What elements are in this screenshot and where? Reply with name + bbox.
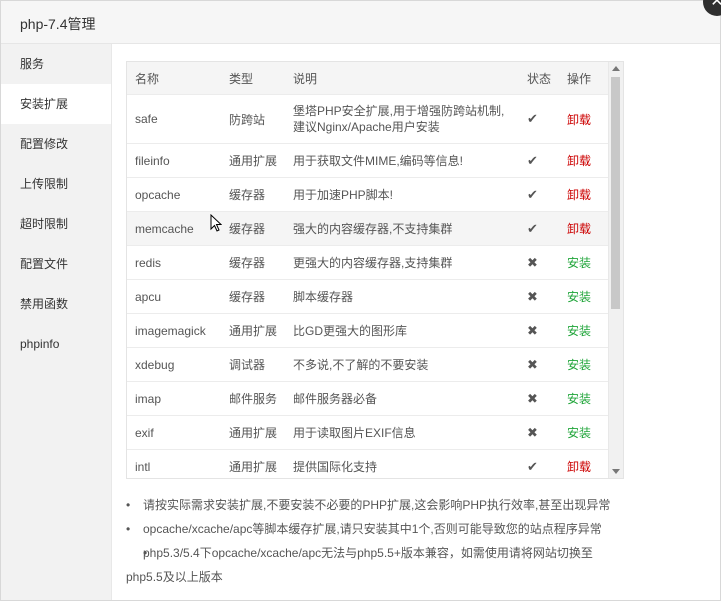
- ext-type: 缓存器: [221, 279, 285, 314]
- header-type[interactable]: 类型: [221, 62, 285, 95]
- table-header-row: 名称 类型 说明 状态 操作: [127, 62, 609, 95]
- install-button[interactable]: 安装: [567, 324, 591, 338]
- cross-icon: ✖: [519, 245, 559, 280]
- dialog-title: php-7.4管理: [20, 16, 96, 32]
- extensions-table: 名称 类型 说明 状态 操作 safe 防跨站 堡塔PHP安全扩展,用于增强防跨…: [127, 62, 609, 478]
- table-row: intl 通用扩展 提供国际化支持 ✔ 卸载: [127, 449, 609, 478]
- ext-desc: 用于加速PHP脚本!: [285, 177, 519, 212]
- table-row: apcu 缓存器 脚本缓存器 ✖ 安装: [127, 279, 609, 314]
- header-name[interactable]: 名称: [127, 62, 221, 95]
- sidebar-item-upload-limit[interactable]: 上传限制: [1, 164, 111, 204]
- sidebar-item-service[interactable]: 服务: [1, 44, 111, 84]
- ext-desc: 更强大的内容缓存器,支持集群: [285, 245, 519, 280]
- ext-type: 防跨站: [221, 94, 285, 144]
- ext-type: 缓存器: [221, 177, 285, 212]
- cross-icon: ✖: [519, 381, 559, 416]
- cross-icon: ✖: [519, 279, 559, 314]
- table-row: fileinfo 通用扩展 用于获取文件MIME,编码等信息! ✔ 卸载: [127, 143, 609, 178]
- install-button[interactable]: 安装: [567, 256, 591, 270]
- table-row: memcache 缓存器 强大的内容缓存器,不支持集群 ✔ 卸载: [127, 211, 609, 246]
- ext-desc: 用于读取图片EXIF信息: [285, 415, 519, 450]
- extensions-panel: 名称 类型 说明 状态 操作 safe 防跨站 堡塔PHP安全扩展,用于增强防跨…: [126, 61, 624, 479]
- table-row: safe 防跨站 堡塔PHP安全扩展,用于增强防跨站机制,建议Nginx/Apa…: [127, 94, 609, 144]
- ext-type: 调试器: [221, 347, 285, 382]
- notes-list: 请按实际需求安装扩展,不要安装不必要的PHP扩展,这会影响PHP执行效率,甚至出…: [126, 493, 621, 589]
- table-row: imap 邮件服务 邮件服务器必备 ✖ 安装: [127, 381, 609, 416]
- check-icon: ✔: [519, 449, 559, 478]
- scroll-down-arrow-icon[interactable]: [612, 469, 620, 474]
- cross-icon: ✖: [519, 415, 559, 450]
- ext-desc: 用于获取文件MIME,编码等信息!: [285, 143, 519, 178]
- uninstall-button[interactable]: 卸载: [567, 222, 591, 236]
- check-icon: ✔: [519, 94, 559, 144]
- install-button[interactable]: 安装: [567, 290, 591, 304]
- ext-type: 通用扩展: [221, 313, 285, 348]
- ext-desc: 不多说,不了解的不要安装: [285, 347, 519, 382]
- check-icon: ✔: [519, 143, 559, 178]
- ext-name: opcache: [127, 177, 221, 212]
- ext-type: 邮件服务: [221, 381, 285, 416]
- table-row: xdebug 调试器 不多说,不了解的不要安装 ✖ 安装: [127, 347, 609, 382]
- extensions-table-container: 名称 类型 说明 状态 操作 safe 防跨站 堡塔PHP安全扩展,用于增强防跨…: [126, 61, 624, 479]
- cross-icon: ✖: [519, 313, 559, 348]
- ext-desc: 比GD更强大的图形库: [285, 313, 519, 348]
- ext-name: apcu: [127, 279, 221, 314]
- ext-desc: 强大的内容缓存器,不支持集群: [285, 211, 519, 246]
- ext-desc: 邮件服务器必备: [285, 381, 519, 416]
- scroll-up-arrow-icon[interactable]: [612, 66, 620, 71]
- title-bar: php-7.4管理: [1, 1, 720, 44]
- uninstall-button[interactable]: 卸载: [567, 154, 591, 168]
- ext-type: 缓存器: [221, 211, 285, 246]
- header-action[interactable]: 操作: [559, 62, 609, 95]
- uninstall-button[interactable]: 卸载: [567, 113, 591, 127]
- ext-name: imap: [127, 381, 221, 416]
- uninstall-button[interactable]: 卸载: [567, 460, 591, 474]
- note-item: 请按实际需求安装扩展,不要安装不必要的PHP扩展,这会影响PHP执行效率,甚至出…: [126, 493, 621, 517]
- ext-name: imagemagick: [127, 313, 221, 348]
- ext-type: 缓存器: [221, 245, 285, 280]
- ext-name: redis: [127, 245, 221, 280]
- php-manager-dialog: php-7.4管理 服务 安装扩展 配置修改 上传限制 超时限制 配置文件 禁用…: [0, 0, 721, 601]
- table-row: exif 通用扩展 用于读取图片EXIF信息 ✖ 安装: [127, 415, 609, 450]
- install-button[interactable]: 安装: [567, 426, 591, 440]
- table-scrollbar[interactable]: [608, 62, 623, 478]
- sidebar-item-phpinfo[interactable]: phpinfo: [1, 324, 111, 364]
- sidebar-item-install-extensions[interactable]: 安装扩展: [1, 84, 111, 124]
- check-icon: ✔: [519, 177, 559, 212]
- uninstall-button[interactable]: 卸载: [567, 188, 591, 202]
- mouse-cursor-icon: [210, 214, 222, 232]
- sidebar-item-config-edit[interactable]: 配置修改: [1, 124, 111, 164]
- sidebar-item-timeout-limit[interactable]: 超时限制: [1, 204, 111, 244]
- sidebar: 服务 安装扩展 配置修改 上传限制 超时限制 配置文件 禁用函数 phpinfo: [1, 44, 112, 600]
- ext-desc: 提供国际化支持: [285, 449, 519, 478]
- ext-name: xdebug: [127, 347, 221, 382]
- ext-type: 通用扩展: [221, 449, 285, 478]
- header-status[interactable]: 状态: [519, 62, 559, 95]
- ext-desc: 堡塔PHP安全扩展,用于增强防跨站机制,建议Nginx/Apache用户安装: [285, 94, 519, 144]
- ext-name: fileinfo: [127, 143, 221, 178]
- note-item: php5.3/5.4下opcache/xcache/apc无法与php5.5+版…: [126, 541, 621, 589]
- install-button[interactable]: 安装: [567, 358, 591, 372]
- table-row: opcache 缓存器 用于加速PHP脚本! ✔ 卸载: [127, 177, 609, 212]
- ext-type: 通用扩展: [221, 415, 285, 450]
- sidebar-item-config-file[interactable]: 配置文件: [1, 244, 111, 284]
- ext-desc: 脚本缓存器: [285, 279, 519, 314]
- ext-name: safe: [127, 94, 221, 144]
- note-item: opcache/xcache/apc等脚本缓存扩展,请只安装其中1个,否则可能导…: [126, 517, 621, 541]
- ext-type: 通用扩展: [221, 143, 285, 178]
- cross-icon: ✖: [519, 347, 559, 382]
- scroll-thumb[interactable]: [611, 77, 620, 309]
- sidebar-item-disabled-functions[interactable]: 禁用函数: [1, 284, 111, 324]
- table-row: redis 缓存器 更强大的内容缓存器,支持集群 ✖ 安装: [127, 245, 609, 280]
- header-desc[interactable]: 说明: [285, 62, 519, 95]
- table-row: imagemagick 通用扩展 比GD更强大的图形库 ✖ 安装: [127, 313, 609, 348]
- check-icon: ✔: [519, 211, 559, 246]
- install-button[interactable]: 安装: [567, 392, 591, 406]
- ext-name: intl: [127, 449, 221, 478]
- ext-name: memcache: [127, 211, 221, 246]
- ext-name: exif: [127, 415, 221, 450]
